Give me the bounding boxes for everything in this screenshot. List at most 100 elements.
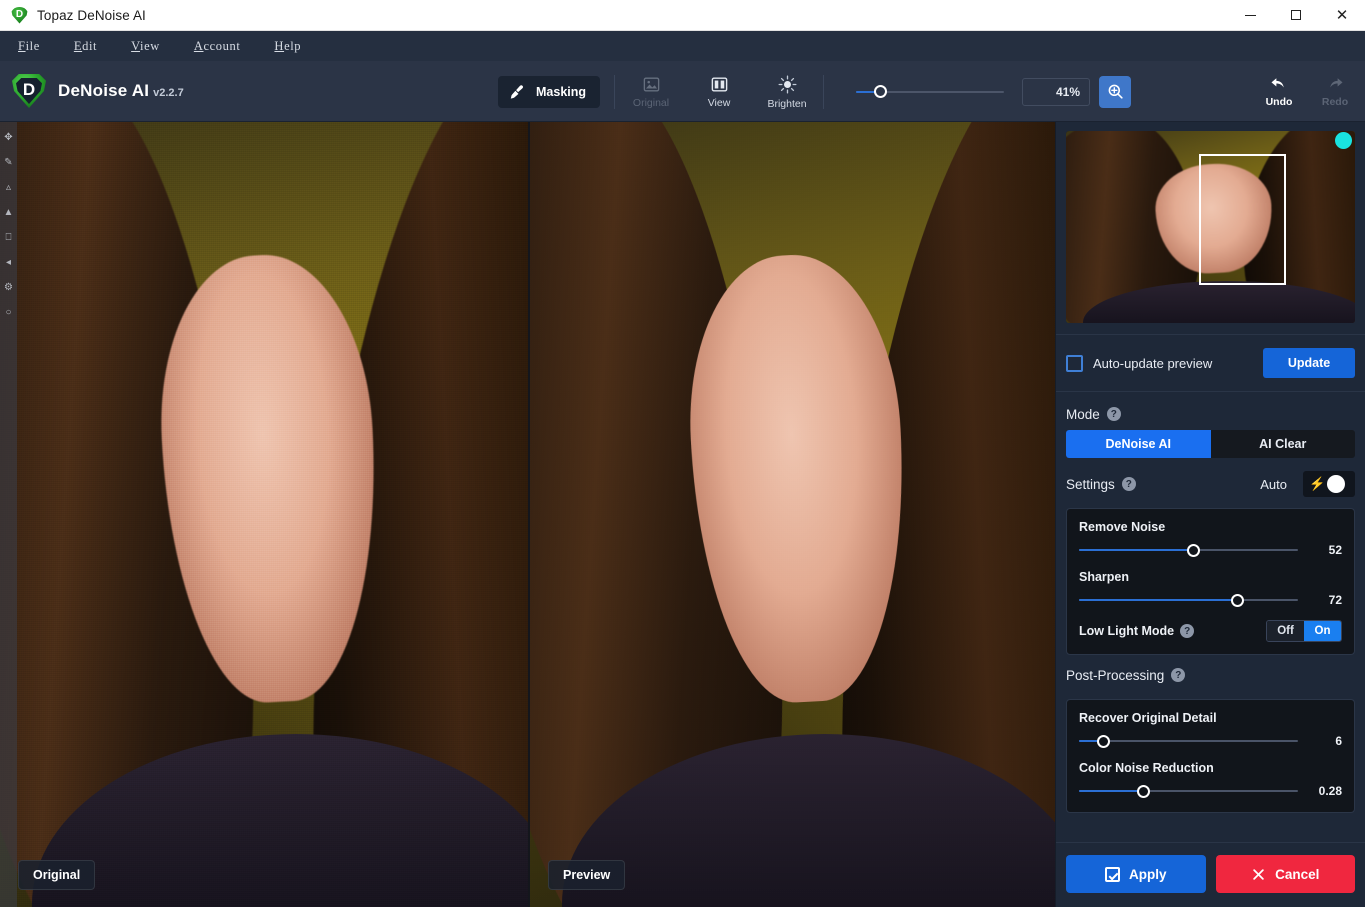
settings-title: Settings [1066,476,1115,492]
crop-icon[interactable]: ⎕ [6,232,12,243]
color-noise-label: Color Noise Reduction [1079,761,1214,775]
redo-arrow-icon [1330,77,1343,87]
remove-noise-slider[interactable] [1079,543,1298,557]
auto-toggle-knob [1327,475,1345,493]
recover-detail-value: 6 [1335,734,1342,748]
preview-image-pane[interactable]: Preview [528,122,1055,907]
color-noise-row: 0.28 [1079,784,1342,798]
brighten-button[interactable]: Brighten [765,74,809,110]
info-icon[interactable]: ○ [5,307,11,318]
pan-icon[interactable]: ✥ [4,132,12,143]
settings-icon[interactable]: ⚙ [4,282,13,293]
preview-badge[interactable]: Preview [548,860,626,890]
view-mode-button[interactable]: View [697,75,741,109]
menu-item-view[interactable]: View [129,36,162,57]
zoom-slider-knob[interactable] [874,85,888,98]
slider-track [1079,740,1298,742]
zoom-value: 41% [1055,84,1081,99]
navigator-thumbnail[interactable] [1066,131,1355,323]
auto-update-checkbox[interactable] [1066,354,1083,372]
maximize-icon [1291,10,1301,20]
auto-update-row: Auto-update preview Update [1056,335,1365,391]
panel-footer: Apply Cancel [1056,842,1365,907]
low-light-option-on[interactable]: On [1304,621,1341,641]
masking-button[interactable]: Masking [498,75,601,108]
auto-toggle[interactable]: ⚡ [1303,471,1355,497]
brush-icon [510,84,524,99]
help-icon[interactable]: ? [1121,477,1136,491]
recover-detail-slider[interactable] [1079,734,1298,748]
mode-title: Mode [1066,406,1100,422]
left-tool-rail: ✥ ✎ ▵ ▲ ⎕ ◂ ⚙ ○ [0,122,17,907]
menu-label-edit: dit [82,38,98,53]
auto-update-label: Auto-update preview [1093,355,1213,371]
original-view-label: Original [632,96,670,109]
maximize-button[interactable] [1273,0,1319,31]
sharpen-row: 72 [1079,593,1342,607]
toolbar-center-group: Masking Original View Brighten 41% [498,61,1132,122]
menu-label-file: ile [25,38,40,53]
menu-label-account: ccount [203,38,241,53]
mode-option-denoise-ai[interactable]: DeNoise AI [1066,430,1211,458]
navigator-viewport-rect[interactable] [1198,154,1286,285]
view-tools-group: Original View Brighten [629,74,809,110]
brand-version: v2.2.7 [153,87,184,99]
slider-knob[interactable] [1230,593,1244,607]
sharpen-value: 72 [1328,593,1342,607]
menu-item-help[interactable]: Help [272,36,303,57]
undo-arrow-icon [1271,77,1284,87]
view-mode-label: View [707,96,731,109]
zoom-in-button[interactable] [1099,75,1132,108]
slider-knob[interactable] [1136,784,1150,798]
redo-button[interactable]: Redo [1315,76,1355,108]
low-light-toggle-group: Off On [1266,620,1342,642]
denoise-ai-logo-icon: D [12,74,46,108]
close-button[interactable]: ✕ [1319,0,1365,31]
history-controls: Undo Redo [1259,61,1355,122]
menu-item-account[interactable]: Account [192,36,243,57]
remove-noise-label: Remove Noise [1079,520,1166,534]
sharpen-slider[interactable] [1079,593,1298,607]
original-image-pane[interactable]: Original [0,122,528,907]
cancel-button[interactable]: Cancel [1215,855,1355,893]
menu-label-view: iew [140,38,160,53]
post-processing-title: Post-Processing [1066,667,1165,683]
toolbar-divider-1 [614,74,616,109]
slider-knob[interactable] [1186,543,1200,557]
slider-fill [1079,599,1237,601]
help-icon[interactable]: ? [1106,407,1121,421]
navigator-status-dot [1335,132,1352,149]
slider-knob[interactable] [1097,734,1111,748]
low-light-option-off[interactable]: Off [1267,621,1304,641]
original-view-button[interactable]: Original [629,75,673,109]
help-icon[interactable]: ? [1180,624,1195,638]
color-noise-slider[interactable] [1079,784,1298,798]
remove-noise-row: 52 [1079,543,1342,557]
cancel-label: Cancel [1275,866,1320,882]
original-badge[interactable]: Original [18,860,96,890]
apply-button[interactable]: Apply [1066,855,1206,893]
brand-block: D DeNoise AI v2.2.7 [12,74,184,108]
help-icon[interactable]: ? [1171,668,1186,682]
mode-option-ai-clear[interactable]: AI Clear [1211,430,1356,458]
panel-divider-auto [1056,391,1365,392]
slider-fill [1079,549,1193,551]
menu-label-help: elp [284,38,302,53]
main-toolbar: D DeNoise AI v2.2.7 Masking Original Vie… [0,61,1365,122]
eraser-icon[interactable]: ▵ [6,182,11,193]
zoom-in-icon [1108,84,1123,99]
menu-item-edit[interactable]: Edit [72,36,99,57]
update-button[interactable]: Update [1263,348,1355,378]
zoom-slider[interactable] [856,83,1005,101]
brush-icon[interactable]: ✎ [4,157,12,168]
remove-noise-value: 52 [1328,543,1342,557]
compare-icon[interactable]: ◂ [6,257,11,268]
menu-bar: File Edit View Account Help [0,31,1365,61]
undo-button[interactable]: Undo [1259,76,1299,108]
menu-item-file[interactable]: File [16,36,42,57]
brighten-label: Brighten [767,97,807,110]
zoom-value-box[interactable]: 41% [1022,77,1091,106]
right-settings-panel: Auto-update preview Update Mode ? DeNois… [1055,122,1365,907]
minimize-button[interactable] [1227,0,1273,31]
mask-icon[interactable]: ▲ [4,207,14,218]
